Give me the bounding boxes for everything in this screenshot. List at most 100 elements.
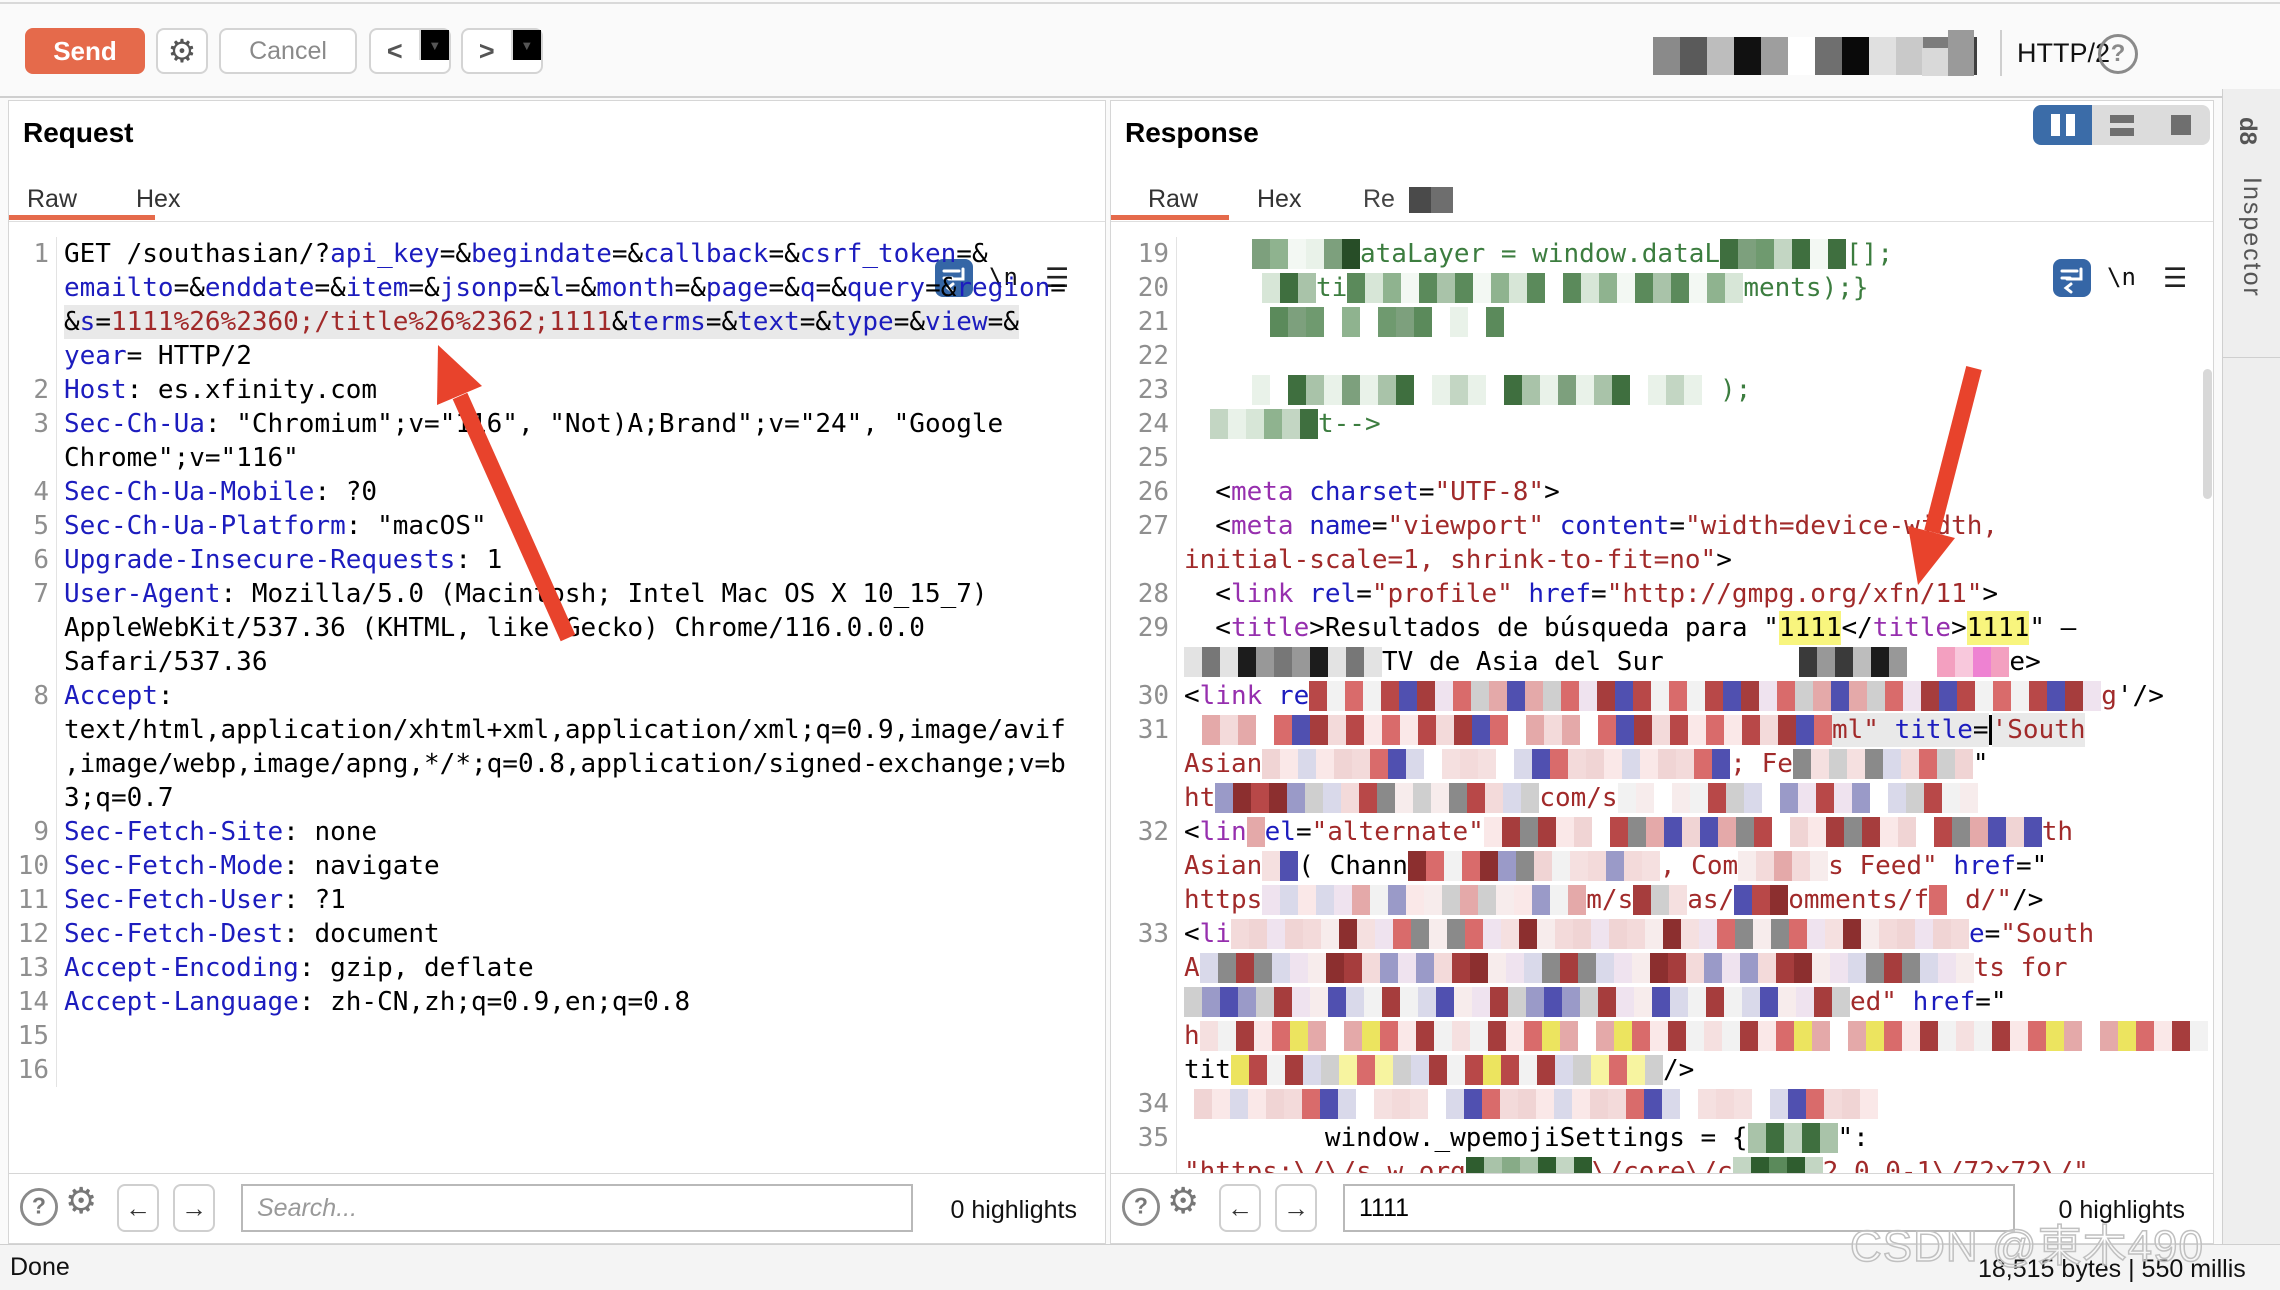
code-row: 33<lie="South	[1111, 917, 2213, 951]
code-token: &	[64, 305, 80, 339]
request-panel: Request Raw Hex \n ☰ 1GET /southasian/?a…	[8, 100, 1106, 1244]
code-token: =	[95, 305, 111, 339]
code-row: 16	[9, 1053, 1105, 1087]
line-number: 3	[9, 407, 57, 441]
code-token: =&	[174, 271, 205, 305]
repeater-toolbar: Send ⚙ Cancel < ▼ > ▼ HTTP/2 ?	[0, 4, 2280, 98]
code-token: emailto	[64, 271, 174, 305]
redacted-block	[1738, 851, 1828, 881]
code-token: =	[1973, 713, 1989, 747]
code-token: title	[1231, 611, 1309, 645]
line-number: 16	[9, 1053, 57, 1087]
code-token: ="	[1975, 985, 2006, 1019]
line-number: 22	[1111, 339, 1177, 373]
line-number: 15	[9, 1019, 57, 1053]
code-token: >	[1544, 475, 1560, 509]
code-token: ="	[2016, 849, 2047, 883]
request-search-input[interactable]	[241, 1184, 913, 1232]
code-line: initial-scale=1, shrink-to-fit=no">	[1184, 543, 1732, 577]
code-token: =&	[769, 271, 800, 305]
code-token: item	[346, 271, 409, 305]
code-token: =&	[440, 237, 471, 271]
redacted-block	[1618, 783, 1978, 813]
request-tab-hex[interactable]: Hex	[136, 185, 180, 214]
code-line: httpsm/sas/omments/fd/"/>	[1184, 883, 2043, 917]
redacted-block	[1633, 885, 1687, 915]
search-help-icon[interactable]: ?	[1122, 1188, 1160, 1226]
line-number: 2	[9, 373, 57, 407]
code-row: Asian( Chann, Coms Feed" href="	[1111, 849, 2213, 883]
code-token: "viewport"	[1388, 509, 1545, 543]
code-token: Sec-Fetch-Site	[64, 815, 283, 849]
layout-columns-button[interactable]	[2033, 105, 2092, 145]
line-number	[1111, 883, 1177, 917]
redacted-block	[1922, 48, 1948, 76]
response-scrollbar[interactable]	[2203, 369, 2212, 499]
code-token: ed"	[1850, 985, 1897, 1019]
response-tab-render-partial[interactable]: Re	[1363, 185, 1395, 214]
redacted-block	[1252, 239, 1360, 269]
response-editor[interactable]: 19ataLayer = window.dataL[];20timents);}…	[1111, 237, 2213, 1173]
response-tab-hex[interactable]: Hex	[1257, 185, 1301, 214]
forward-dropdown-caret-icon[interactable]: ▼	[511, 30, 542, 60]
search-next-button[interactable]: →	[173, 1184, 215, 1232]
response-panel: Response Raw Hex Re \n ☰ 19ataLayer = wi…	[1110, 100, 2214, 1244]
code-token: title	[1873, 611, 1951, 645]
redacted-tab-label	[1409, 187, 1453, 213]
layout-rows-button[interactable]	[2092, 105, 2151, 145]
code-token: <	[1184, 917, 1200, 951]
search-settings-icon[interactable]: ⚙	[65, 1180, 97, 1222]
code-row: 27 <meta name="viewport" content="width=…	[1111, 509, 2213, 543]
code-row: 3;q=0.7	[9, 781, 1105, 815]
search-settings-icon[interactable]: ⚙	[1167, 1180, 1199, 1222]
inspector-tab[interactable]: d8 Inspector	[2223, 89, 2280, 358]
code-token: =	[1356, 577, 1372, 611]
code-token: <	[1184, 577, 1231, 611]
code-token: );	[1720, 373, 1751, 407]
help-icon[interactable]: ?	[2098, 34, 2138, 74]
redacted-block	[1200, 953, 1974, 983]
search-prev-button[interactable]: ←	[1219, 1184, 1261, 1232]
search-next-button[interactable]: →	[1275, 1184, 1317, 1232]
code-row: 32<linel="alternate"th	[1111, 815, 2213, 849]
line-number: 6	[9, 543, 57, 577]
forward-button[interactable]: > ▼	[461, 28, 543, 74]
request-editor[interactable]: 1GET /southasian/?api_key=&begindate=&ca…	[9, 237, 1105, 1173]
code-row: 15	[9, 1019, 1105, 1053]
line-number: 34	[1111, 1087, 1177, 1121]
line-number	[9, 339, 57, 373]
back-dropdown-caret-icon[interactable]: ▼	[419, 30, 450, 60]
response-panel-title: Response	[1125, 117, 1259, 149]
code-line: tit/>	[1184, 1053, 1694, 1087]
search-prev-button[interactable]: ←	[117, 1184, 159, 1232]
settings-button[interactable]: ⚙	[156, 28, 208, 74]
response-tab-raw[interactable]: Raw	[1148, 185, 1198, 214]
cancel-button[interactable]: Cancel	[219, 28, 357, 74]
code-token: <	[1184, 475, 1231, 509]
code-row: 5Sec-Ch-Ua-Platform: "macOS"	[9, 509, 1105, 543]
code-line: Accept-Language: zh-CN,zh;q=0.9,en;q=0.8	[64, 985, 690, 1019]
redacted-block	[1200, 1021, 2208, 1051]
code-token: type	[831, 305, 894, 339]
redacted-block	[1347, 273, 1743, 303]
inspector-strip: d8 Inspector	[2222, 89, 2280, 1244]
code-token: : document	[283, 917, 440, 951]
search-help-icon[interactable]: ?	[20, 1188, 58, 1226]
layout-single-button[interactable]	[2151, 105, 2210, 145]
redacted-block	[1215, 783, 1539, 813]
rows-icon	[2110, 115, 2134, 136]
code-token: 3;q=0.7	[64, 781, 174, 815]
redacted-block	[1948, 30, 1974, 76]
code-token: text	[737, 305, 800, 339]
code-line: ataLayer = window.dataL[];	[1184, 237, 1893, 271]
line-number: 31	[1111, 713, 1177, 747]
request-tab-raw[interactable]: Raw	[27, 185, 77, 214]
send-button[interactable]: Send	[25, 28, 145, 74]
line-number: 4	[9, 475, 57, 509]
back-button[interactable]: < ▼	[369, 28, 451, 74]
code-token: =&	[518, 271, 549, 305]
code-token: =&	[314, 271, 345, 305]
line-number: 24	[1111, 407, 1177, 441]
code-token: charset	[1309, 475, 1419, 509]
code-token	[1262, 679, 1278, 713]
